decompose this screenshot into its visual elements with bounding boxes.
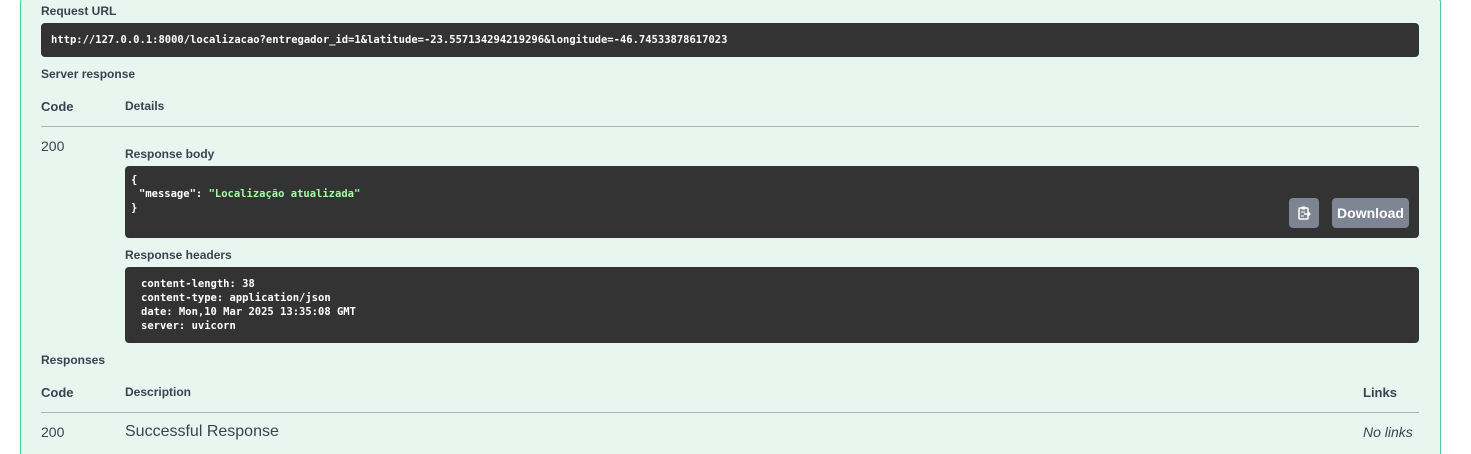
json-close-brace: } xyxy=(131,202,138,214)
server-response-code-header: Code xyxy=(41,99,74,114)
responses-divider xyxy=(41,412,1419,413)
response-body[interactable]: { "message": "Localização atualizada" } xyxy=(125,166,1419,238)
json-string-value: "Localização atualizada" xyxy=(208,188,361,200)
server-response-label: Server response xyxy=(41,67,136,81)
response-header-line: content-type: application/json xyxy=(141,292,331,304)
server-response-details-header: Details xyxy=(125,99,165,113)
json-open-brace: { xyxy=(131,174,138,186)
json-line: "message": "Localização atualizada" xyxy=(131,187,1413,201)
request-url-label: Request URL xyxy=(41,4,117,18)
clipboard-copy-icon xyxy=(1298,206,1311,220)
request-url-value[interactable]: http://127.0.0.1:8000/localizacao?entreg… xyxy=(41,23,1419,57)
json-key: "message" xyxy=(139,188,196,200)
response-header-line: content-length: 38 xyxy=(141,278,255,290)
response-headers[interactable]: content-length: 38 content-type: applica… xyxy=(125,267,1419,343)
responses-label: Responses xyxy=(41,353,106,367)
response-row-links: No links xyxy=(1363,424,1413,440)
response-headers-label: Response headers xyxy=(125,248,232,262)
response-header-line: date: Mon,10 Mar 2025 13:35:08 GMT xyxy=(141,306,356,318)
server-response-divider xyxy=(41,126,1419,127)
responses-description-header: Description xyxy=(125,385,192,399)
response-header-line: server: uvicorn xyxy=(141,320,236,332)
server-response-status-code: 200 xyxy=(41,138,65,154)
response-body-label: Response body xyxy=(125,147,215,161)
response-row-description: Successful Response xyxy=(125,423,279,440)
copy-to-clipboard-button[interactable] xyxy=(1289,198,1319,228)
responses-links-header: Links xyxy=(1363,385,1397,400)
response-row-code: 200 xyxy=(41,424,65,440)
download-button[interactable]: Download xyxy=(1332,198,1409,228)
json-colon: : xyxy=(195,188,209,200)
responses-code-header: Code xyxy=(41,385,74,400)
